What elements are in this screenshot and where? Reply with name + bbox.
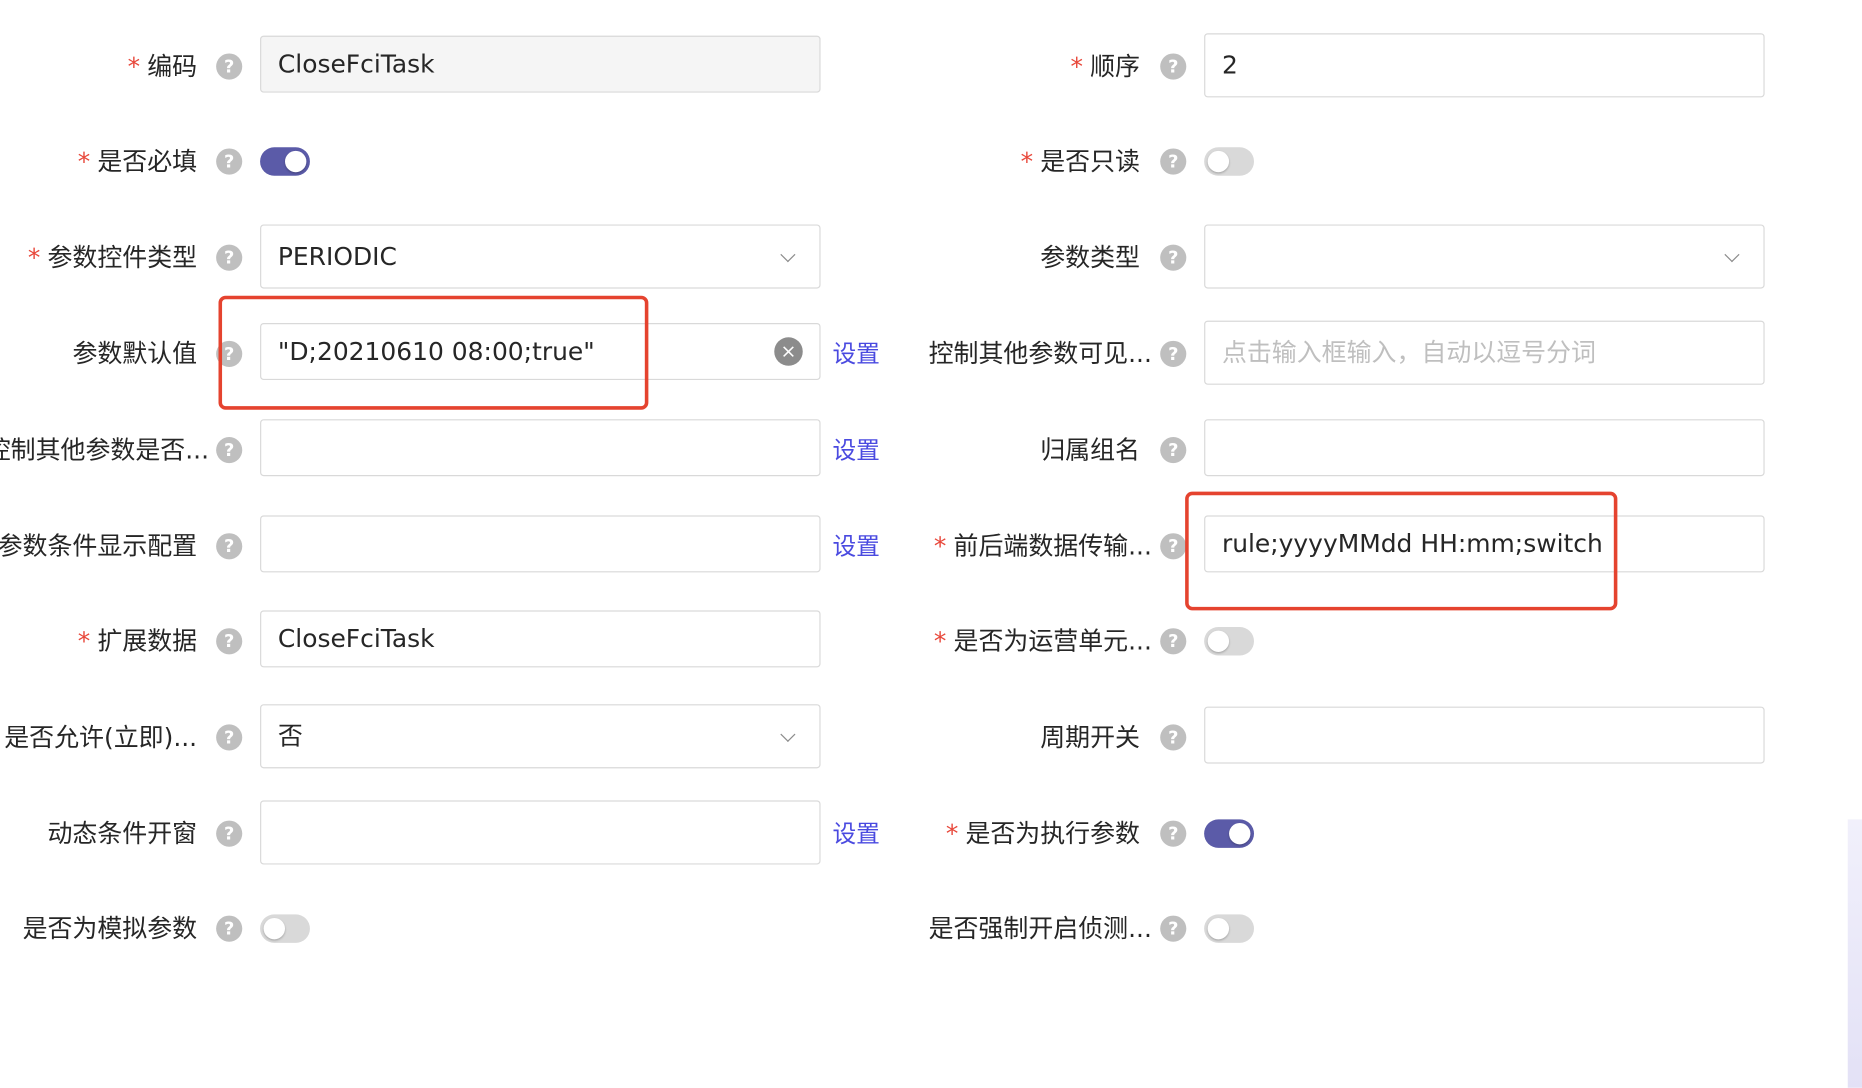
field-force-detect: 是否强制开启侦测... ? [0, 895, 1781, 962]
order-input[interactable]: 2 [1204, 33, 1765, 98]
side-panel-edge [1847, 819, 1862, 1088]
help-icon[interactable]: ? [1160, 53, 1187, 80]
required-mark: * [1020, 147, 1034, 176]
field-label: * 是否为运营单元... [933, 627, 1152, 656]
field-ops-unit: * 是否为运营单元... ? [0, 608, 1781, 675]
input-placeholder: 点击输入框输入，自动以逗号分词 [1221, 338, 1596, 367]
field-transfer-format: * 前后端数据传输... ? rule;yyyyMMdd HH:mm;switch [0, 513, 1781, 580]
toggle-knob [1207, 630, 1230, 652]
force-detect-toggle[interactable] [1204, 914, 1254, 943]
period-switch-input[interactable] [1204, 706, 1765, 764]
param-type-select[interactable] [1204, 224, 1765, 289]
required-mark: * [933, 627, 947, 656]
field-label: * 顺序 [1070, 52, 1140, 81]
field-label: * 前后端数据传输... [933, 532, 1152, 561]
help-icon[interactable]: ? [1160, 437, 1187, 464]
field-readonly: * 是否只读 ? [0, 128, 1781, 195]
help-icon[interactable]: ? [1160, 148, 1187, 175]
help-icon[interactable]: ? [1160, 340, 1187, 367]
field-label: 是否强制开启侦测... [928, 914, 1152, 943]
toggle-knob [1207, 150, 1230, 173]
required-mark: * [945, 819, 959, 848]
field-label: * 是否只读 [1020, 147, 1140, 176]
help-icon[interactable]: ? [1160, 915, 1187, 942]
field-label: * 是否为执行参数 [945, 819, 1140, 848]
ops-unit-toggle[interactable] [1204, 627, 1254, 656]
field-label: 控制其他参数可见... [928, 339, 1152, 369]
toggle-knob [1207, 917, 1230, 940]
field-control-visible: 控制其他参数可见... ? 点击输入框输入，自动以逗号分词 [0, 320, 1781, 388]
field-group-name: 归属组名 ? [0, 417, 1781, 484]
help-icon[interactable]: ? [1160, 820, 1187, 847]
help-icon[interactable]: ? [1160, 533, 1187, 560]
required-mark: * [933, 532, 947, 561]
field-param-type: 参数类型 ? [0, 224, 1781, 291]
help-icon[interactable]: ? [1160, 628, 1187, 655]
toggle-knob [1229, 822, 1251, 845]
field-label: 归属组名 [1040, 435, 1140, 465]
transfer-format-input[interactable]: rule;yyyyMMdd HH:mm;switch [1204, 515, 1765, 573]
group-name-input[interactable] [1204, 419, 1765, 477]
control-visible-input[interactable]: 点击输入框输入，自动以逗号分词 [1204, 320, 1765, 385]
field-exec-param: * 是否为执行参数 ? [0, 800, 1781, 867]
help-icon[interactable]: ? [1160, 724, 1187, 751]
field-label: 参数类型 [1040, 243, 1140, 272]
field-order: * 顺序 ? 2 [0, 33, 1781, 100]
help-icon[interactable]: ? [1160, 244, 1187, 271]
chevron-down-icon [1724, 247, 1740, 263]
field-period-switch: 周期开关 ? [0, 704, 1781, 771]
exec-param-toggle[interactable] [1204, 819, 1254, 848]
readonly-toggle[interactable] [1204, 147, 1254, 176]
param-form: * 编码 ? CloseFciTask * 顺序 ? 2 * 是否必填 ? * 是否只读… [0, 0, 1862, 1088]
required-mark: * [1070, 52, 1083, 81]
field-label: 周期开关 [1040, 723, 1140, 752]
